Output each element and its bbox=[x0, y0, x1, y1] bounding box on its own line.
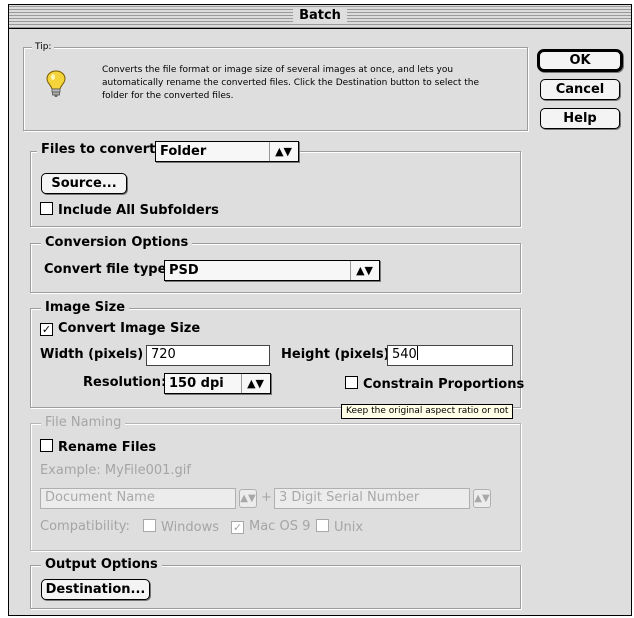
naming-field-2-arrows-icon[interactable]: ▲▼ bbox=[473, 489, 491, 508]
resolution-value: 150 dpi bbox=[169, 376, 224, 391]
ok-button[interactable]: OK bbox=[537, 49, 623, 72]
text-cursor bbox=[416, 346, 418, 360]
checkbox-box bbox=[143, 519, 156, 532]
include-subfolders-label: Include All Subfolders bbox=[58, 203, 219, 218]
tip-label: Tip: bbox=[32, 41, 55, 53]
convert-file-type-select[interactable]: PSD ▲▼ bbox=[164, 260, 380, 281]
destination-button[interactable]: Destination... bbox=[41, 579, 150, 600]
updown-arrows-icon: ▲▼ bbox=[356, 264, 373, 277]
files-to-convert-label: Files to convert: bbox=[37, 142, 165, 158]
tip-text: Converts the file format or image size o… bbox=[102, 65, 480, 101]
width-input[interactable]: 720 bbox=[146, 345, 270, 366]
batch-dialog: Batch Tip: Converts the file format or i… bbox=[8, 4, 632, 616]
conversion-options-title: Conversion Options bbox=[41, 235, 193, 251]
resolution-select[interactable]: 150 dpi ▲▼ bbox=[164, 373, 271, 394]
convert-image-size-checkbox[interactable]: ✓ Convert Image Size bbox=[40, 321, 200, 337]
constrain-proportions-checkbox[interactable]: Constrain Proportions bbox=[345, 376, 524, 393]
updown-arrows-icon: ▲▼ bbox=[275, 145, 292, 158]
rename-files-label: Rename Files bbox=[58, 440, 157, 455]
naming-example: Example: MyFile001.gif bbox=[40, 463, 191, 478]
include-subfolders-checkbox[interactable]: Include All Subfolders bbox=[40, 202, 219, 219]
checkbox-box-checked: ✓ bbox=[40, 323, 53, 336]
unix-checkbox[interactable]: Unix bbox=[316, 519, 363, 536]
updown-arrows-icon: ▲▼ bbox=[247, 377, 264, 390]
naming-field-1-arrows-icon[interactable]: ▲▼ bbox=[239, 489, 257, 508]
windows-label: Windows bbox=[161, 520, 220, 535]
popup-separator bbox=[269, 142, 270, 161]
file-naming-title: File Naming bbox=[41, 415, 126, 431]
files-source-select[interactable]: Folder ▲▼ bbox=[155, 141, 299, 162]
naming-field-1[interactable]: Document Name bbox=[40, 488, 236, 509]
checkbox-box bbox=[316, 519, 329, 532]
width-label: Width (pixels) bbox=[40, 347, 144, 362]
window-title: Batch bbox=[293, 8, 347, 24]
output-options-title: Output Options bbox=[41, 557, 162, 573]
naming-plus: + bbox=[261, 490, 272, 505]
checkbox-box bbox=[40, 439, 53, 452]
cancel-button[interactable]: Cancel bbox=[540, 79, 620, 100]
mac-os-9-checkbox[interactable]: ✓ Mac OS 9 bbox=[231, 519, 310, 535]
checkbox-box bbox=[40, 202, 53, 215]
tip-group: Tip: Converts the file format or image s… bbox=[23, 41, 528, 131]
lightbulb-icon bbox=[46, 70, 66, 97]
rename-files-checkbox[interactable]: Rename Files bbox=[40, 439, 156, 456]
unix-label: Unix bbox=[334, 520, 364, 535]
popup-separator bbox=[241, 374, 242, 393]
constrain-proportions-label: Constrain Proportions bbox=[363, 377, 525, 392]
checkbox-box-checked: ✓ bbox=[231, 521, 244, 534]
image-size-title: Image Size bbox=[41, 300, 130, 316]
help-button[interactable]: Help bbox=[540, 108, 620, 129]
naming-field-2[interactable]: 3 Digit Serial Number bbox=[274, 488, 470, 509]
convert-file-type-label: Convert file type: bbox=[44, 262, 172, 277]
compatibility-label: Compatibility: bbox=[40, 519, 130, 534]
convert-image-size-label: Convert Image Size bbox=[58, 321, 201, 336]
constrain-tooltip: Keep the original aspect ratio or not bbox=[341, 404, 514, 419]
height-value: 540 bbox=[392, 347, 417, 362]
checkbox-box bbox=[345, 376, 358, 389]
source-button[interactable]: Source... bbox=[41, 173, 127, 194]
resolution-label: Resolution: bbox=[83, 375, 167, 390]
convert-file-type-value: PSD bbox=[169, 263, 199, 278]
files-source-value: Folder bbox=[160, 144, 207, 159]
popup-separator bbox=[350, 261, 351, 280]
height-label: Height (pixels) bbox=[281, 347, 390, 362]
mac-os-9-label: Mac OS 9 bbox=[249, 519, 311, 534]
title-bar[interactable]: Batch bbox=[9, 5, 631, 29]
height-input[interactable]: 540 bbox=[387, 345, 513, 366]
windows-checkbox[interactable]: Windows bbox=[143, 519, 219, 536]
